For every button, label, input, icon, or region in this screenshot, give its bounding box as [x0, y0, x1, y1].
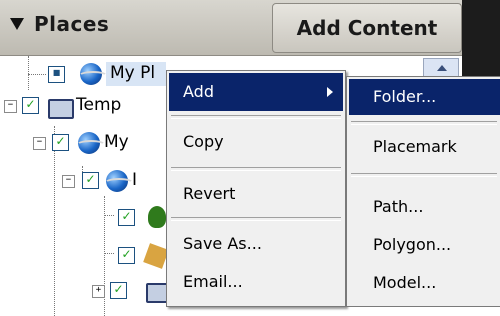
- menu-item-revert[interactable]: Revert: [169, 175, 343, 213]
- submenu-item-model[interactable]: Model...: [349, 265, 500, 301]
- submenu-arrow-icon: [327, 87, 333, 97]
- globe-icon: [104, 170, 134, 192]
- collapse-toggle-icon[interactable]: −: [4, 100, 17, 113]
- tree-checkbox[interactable]: ■: [48, 66, 65, 83]
- globe-icon: [76, 132, 106, 154]
- menu-item-add[interactable]: Add: [169, 73, 343, 111]
- menu-separator: [171, 167, 341, 171]
- tree-checkbox[interactable]: ✓: [22, 97, 39, 114]
- tree-checkbox[interactable]: ✓: [82, 172, 99, 189]
- places-title: Places: [34, 12, 110, 36]
- overlay-icon: [143, 243, 169, 269]
- places-header: Places Add Content: [0, 0, 462, 56]
- submenu-item-path[interactable]: Path...: [349, 189, 500, 225]
- add-submenu: Folder... Placemark Path... Polygon... M…: [346, 76, 500, 307]
- expand-toggle-icon[interactable]: +: [92, 285, 105, 298]
- menu-separator: [171, 217, 341, 221]
- menu-separator: [351, 173, 497, 177]
- menu-item-email[interactable]: Email...: [169, 263, 343, 301]
- tree-checkbox[interactable]: ✓: [118, 247, 135, 264]
- tree-model-icon: [148, 206, 166, 228]
- submenu-item-folder[interactable]: Folder...: [349, 79, 500, 115]
- tree-row-label: I: [132, 170, 138, 190]
- tree-row-label: My Pl: [110, 63, 156, 83]
- tree-checkbox[interactable]: ✓: [110, 282, 127, 299]
- menu-item-label: Add: [183, 82, 214, 101]
- collapse-toggle-icon[interactable]: −: [33, 137, 46, 150]
- menu-item-save-as[interactable]: Save As...: [169, 225, 343, 263]
- scroll-up-button[interactable]: [423, 58, 459, 78]
- globe-icon: [78, 63, 108, 85]
- menu-separator: [351, 121, 497, 125]
- tree-row-label: Temp: [76, 95, 122, 115]
- tree-checkbox[interactable]: ✓: [118, 209, 135, 226]
- tree-leaf-marker: [28, 67, 39, 78]
- submenu-item-polygon[interactable]: Polygon...: [349, 227, 500, 263]
- context-menu: Add Copy Revert Save As... Email...: [166, 70, 346, 307]
- tree-checkbox[interactable]: ✓: [52, 134, 69, 151]
- add-content-button[interactable]: Add Content: [272, 3, 462, 53]
- collapse-toggle-icon[interactable]: −: [62, 175, 75, 188]
- collapse-triangle-icon[interactable]: [10, 18, 24, 30]
- folder-icon: [48, 99, 74, 119]
- menu-separator: [171, 115, 341, 119]
- submenu-item-placemark[interactable]: Placemark: [349, 129, 500, 165]
- tree-row-label: My: [104, 132, 129, 152]
- menu-item-copy[interactable]: Copy: [169, 123, 343, 161]
